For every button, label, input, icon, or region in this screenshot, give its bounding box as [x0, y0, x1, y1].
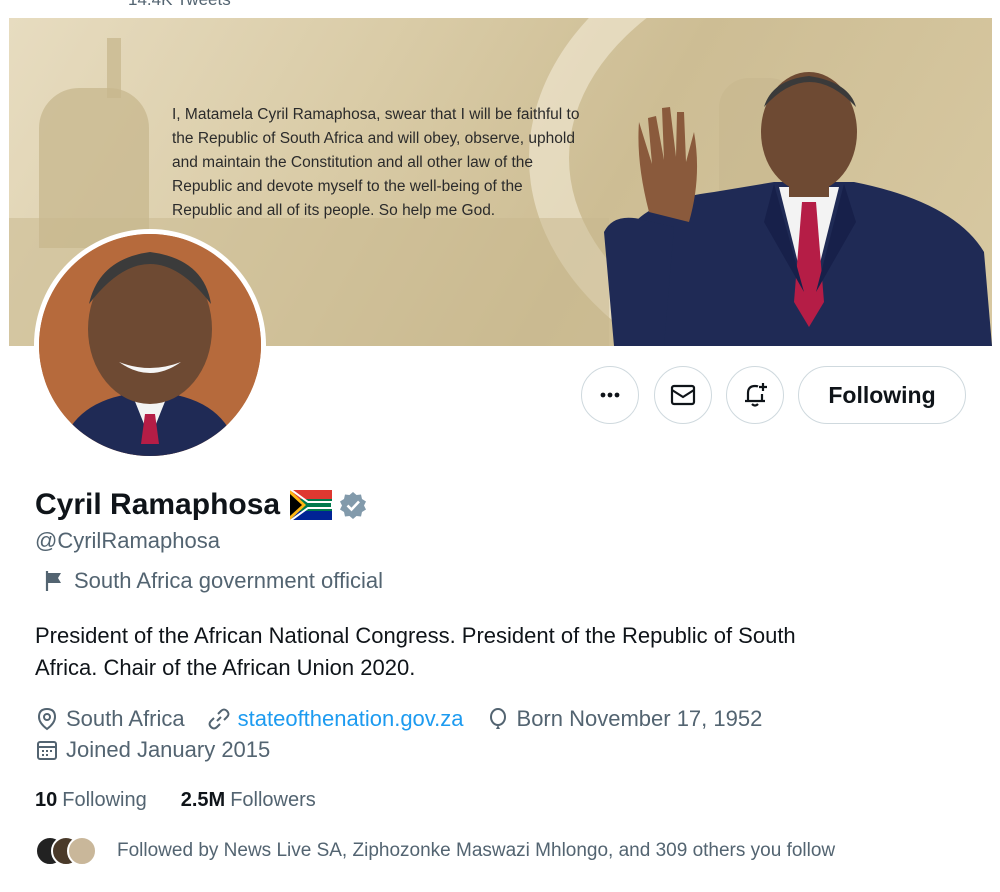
bell-plus-icon: [745, 383, 767, 407]
verified-badge-icon[interactable]: [338, 490, 368, 520]
location-item: South Africa: [35, 706, 185, 732]
website-link[interactable]: stateofthenation.gov.za: [238, 706, 464, 732]
oath-line: the Republic of South Africa and will ob…: [172, 130, 575, 147]
following-count-label: Following: [62, 789, 147, 811]
bio-line: Africa. Chair of the African Union 2020.: [35, 655, 416, 680]
calendar-icon: [37, 741, 57, 760]
follow-counts: 10 Following 2.5M Followers: [35, 789, 350, 812]
profile-handle: @CyrilRamaphosa: [35, 528, 220, 553]
followers-count-label: Followers: [230, 789, 316, 811]
oath-line: I, Matamela Cyril Ramaphosa, swear that …: [172, 106, 580, 123]
message-button[interactable]: [654, 366, 712, 424]
header-strip: 14.4K Tweets: [0, 0, 1000, 18]
more-button[interactable]: [581, 366, 639, 424]
oath-line: Republic and devote myself to the well-b…: [172, 178, 523, 195]
more-horizontal-icon: [600, 392, 620, 398]
notifications-button[interactable]: [726, 366, 784, 424]
profile-name-row: Cyril Ramaphosa: [35, 488, 368, 522]
south-africa-flag-icon: [290, 490, 333, 520]
followers-count-link[interactable]: 2.5M Followers: [181, 789, 316, 812]
profile-avatar[interactable]: [34, 229, 266, 461]
website-item[interactable]: stateofthenation.gov.za: [207, 706, 464, 732]
following-button[interactable]: Following: [798, 366, 966, 424]
link-icon: [208, 708, 230, 730]
bio-line: President of the African National Congre…: [35, 623, 796, 648]
followed-by-row[interactable]: Followed by News Live SA, Ziphozonke Mas…: [35, 836, 835, 866]
location-text: South Africa: [66, 706, 185, 731]
birthday-text: Born November 17, 1952: [516, 706, 763, 731]
birthday-item: Born November 17, 1952: [486, 706, 763, 732]
followed-by-text: Followed by News Live SA, Ziphozonke Mas…: [117, 840, 836, 861]
follower-avatars: [35, 836, 97, 866]
profile-name: Cyril Ramaphosa: [35, 488, 281, 521]
oath-text: I, Matamela Cyril Ramaphosa, swear that …: [172, 103, 642, 223]
government-label[interactable]: South Africa government official: [44, 568, 383, 594]
joined-item: Joined January 2015: [35, 737, 270, 763]
tweet-count: 14.4K Tweets: [128, 0, 231, 10]
following-count: 10: [35, 789, 58, 811]
profile-meta-row: South Africa stateofthenation.gov.za Bor…: [35, 706, 784, 732]
followers-count: 2.5M: [180, 789, 226, 811]
president-photo: [604, 72, 992, 346]
avatar-photo: [39, 234, 261, 456]
joined-text: Joined January 2015: [66, 737, 271, 762]
following-count-link[interactable]: 10 Following: [35, 789, 147, 812]
profile-joined-row: Joined January 2015: [35, 737, 292, 763]
oath-line: Republic and all of its people. So help …: [172, 202, 496, 219]
banner-tower: [107, 38, 121, 98]
government-label-text: South Africa government official: [74, 568, 383, 593]
balloon-icon: [489, 708, 506, 729]
location-pin-icon: [37, 707, 57, 731]
profile-bio: President of the African National Congre…: [35, 620, 935, 684]
flag-icon: [45, 571, 61, 591]
envelope-icon: [670, 384, 696, 406]
oath-line: and maintain the Constitution and all ot…: [172, 154, 534, 171]
follower-avatar: [67, 836, 97, 866]
